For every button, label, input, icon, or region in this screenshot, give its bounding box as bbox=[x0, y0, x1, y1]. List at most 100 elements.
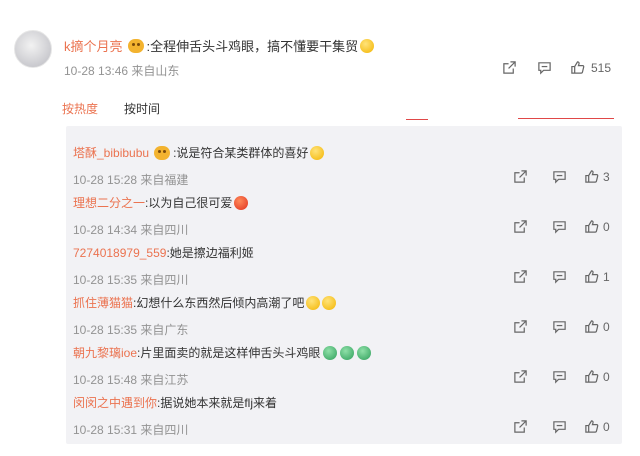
like-icon[interactable] bbox=[584, 169, 599, 184]
comment-text: :全程伸舌头斗鸡眼，搞不懂要干集贸 bbox=[146, 39, 359, 54]
annotation-line bbox=[518, 118, 614, 119]
like-count: 1 bbox=[603, 269, 610, 284]
fan-badge-icon bbox=[154, 145, 171, 160]
reply-location: 来自广东 bbox=[140, 323, 189, 337]
reply-list: 塔酥_bibibubu :说是符合某类群体的喜好 10-28 15:28 来自福建 3… bbox=[66, 126, 622, 444]
comment-icon[interactable] bbox=[552, 419, 567, 434]
reply-meta: 10-28 15:35 来自四川 bbox=[73, 271, 188, 288]
like-count: 0 bbox=[603, 419, 610, 434]
reply-text: :幻想什么东西然后倾内高潮了吧 bbox=[133, 296, 305, 310]
reply-actions: 0 bbox=[513, 319, 611, 334]
top-comment: k摘个月亮 :全程伸舌头斗鸡眼，搞不懂要干集贸 bbox=[64, 36, 375, 55]
comment-icon[interactable] bbox=[552, 319, 567, 334]
reply-location: 来自四川 bbox=[140, 273, 189, 287]
emoji-icon bbox=[234, 195, 249, 210]
reply-content: 7274018979_559:她是擦边福利姬 bbox=[73, 244, 254, 261]
reply-actions: 3 bbox=[513, 169, 611, 184]
comment-icon[interactable] bbox=[537, 60, 552, 75]
reply-item: 塔酥_bibibubu :说是符合某类群体的喜好 10-28 15:28 来自福建 3 bbox=[66, 139, 622, 189]
like-icon[interactable] bbox=[584, 269, 599, 284]
comment-icon[interactable] bbox=[552, 269, 567, 284]
emoji-icon bbox=[322, 295, 337, 310]
reply-username-link[interactable]: 朝九黎璃ioe bbox=[73, 344, 137, 361]
like-count: 0 bbox=[603, 219, 610, 234]
sort-by-hot-tab[interactable]: 按热度 bbox=[62, 100, 98, 117]
reply-meta: 10-28 15:48 来自江苏 bbox=[73, 371, 188, 388]
reply-text: :片里面卖的就是这样伸舌头斗鸡眼 bbox=[137, 346, 321, 360]
avatar[interactable] bbox=[14, 30, 52, 68]
comment-icon[interactable] bbox=[552, 169, 567, 184]
reply-username-link[interactable]: 闵闵之中遇到你 bbox=[73, 394, 157, 411]
reply-username-link[interactable]: 塔酥_bibibubu bbox=[73, 144, 149, 161]
reply-actions: 0 bbox=[513, 419, 611, 434]
comment-actions: 515 bbox=[502, 60, 611, 75]
emoji-icon bbox=[310, 145, 325, 160]
share-icon[interactable] bbox=[513, 269, 528, 284]
reply-content: 理想二分之一:以为自己很可爱 bbox=[73, 194, 249, 211]
reply-time: 10-28 15:28 bbox=[73, 173, 138, 187]
like-count: 3 bbox=[603, 169, 610, 184]
reply-location: 来自四川 bbox=[140, 223, 189, 237]
like-count: 515 bbox=[591, 60, 612, 75]
reply-meta: 10-28 15:31 来自四川 bbox=[73, 421, 188, 438]
reply-meta: 10-28 15:28 来自福建 bbox=[73, 171, 188, 188]
reply-item: 朝九黎璃ioe:片里面卖的就是这样伸舌头斗鸡眼 10-28 15:48 来自江苏 0 bbox=[66, 339, 622, 389]
reply-text: :她是擦边福利姬 bbox=[166, 246, 254, 260]
reply-item: 抓住薄猫猫:幻想什么东西然后倾内高潮了吧 10-28 15:35 来自广东 0 bbox=[66, 289, 622, 339]
share-icon[interactable] bbox=[502, 60, 517, 75]
emoji-icon bbox=[306, 295, 321, 310]
like-count: 0 bbox=[603, 369, 610, 384]
reply-username-link[interactable]: 抓住薄猫猫 bbox=[73, 294, 133, 311]
fan-badge-icon bbox=[127, 38, 144, 53]
reply-item: 闵闵之中遇到你:据说她本来就是flj来着 10-28 15:31 来自四川 0 bbox=[66, 389, 622, 439]
emoji-icon bbox=[360, 38, 375, 53]
reply-username-link[interactable]: 7274018979_559 bbox=[73, 246, 166, 260]
share-icon[interactable] bbox=[513, 319, 528, 334]
reply-item: 理想二分之一:以为自己很可爱 10-28 14:34 来自四川 0 bbox=[66, 189, 622, 239]
reply-time: 10-28 14:34 bbox=[73, 223, 138, 237]
like-icon[interactable] bbox=[570, 60, 585, 75]
emoji-icon bbox=[340, 345, 355, 360]
reply-location: 来自四川 bbox=[140, 423, 189, 437]
share-icon[interactable] bbox=[513, 369, 528, 384]
reply-time: 10-28 15:35 bbox=[73, 323, 138, 337]
emoji-icon bbox=[323, 345, 338, 360]
reply-actions: 0 bbox=[513, 219, 611, 234]
like-count: 0 bbox=[603, 319, 610, 334]
reply-content: 抓住薄猫猫:幻想什么东西然后倾内高潮了吧 bbox=[73, 294, 337, 311]
annotation-arrow bbox=[406, 119, 428, 120]
like-icon[interactable] bbox=[584, 219, 599, 234]
sort-by-time-tab[interactable]: 按时间 bbox=[124, 100, 160, 117]
comment-panel: k摘个月亮 :全程伸舌头斗鸡眼，搞不懂要干集贸 10-28 13:46 来自山东… bbox=[8, 14, 632, 444]
reply-time: 10-28 15:35 bbox=[73, 273, 138, 287]
share-icon[interactable] bbox=[513, 219, 528, 234]
comment-icon[interactable] bbox=[552, 369, 567, 384]
comment-time: 10-28 13:46 bbox=[64, 64, 129, 78]
reply-content: 朝九黎璃ioe:片里面卖的就是这样伸舌头斗鸡眼 bbox=[73, 344, 372, 361]
share-icon[interactable] bbox=[513, 419, 528, 434]
reply-meta: 10-28 14:34 来自四川 bbox=[73, 221, 188, 238]
like-icon[interactable] bbox=[584, 419, 599, 434]
reply-actions: 1 bbox=[513, 269, 611, 284]
emoji-icon bbox=[357, 345, 372, 360]
reply-location: 来自福建 bbox=[140, 173, 189, 187]
reply-meta: 10-28 15:35 来自广东 bbox=[73, 321, 188, 338]
reply-actions: 0 bbox=[513, 369, 611, 384]
like-icon[interactable] bbox=[584, 369, 599, 384]
username-link[interactable]: k摘个月亮 bbox=[64, 36, 123, 55]
reply-location: 来自江苏 bbox=[140, 373, 189, 387]
reply-content: 闵闵之中遇到你:据说她本来就是flj来着 bbox=[73, 394, 277, 411]
comment-location: 来自山东 bbox=[131, 64, 180, 78]
reply-item: 7274018979_559:她是擦边福利姬 10-28 15:35 来自四川 1 bbox=[66, 239, 622, 289]
reply-time: 10-28 15:31 bbox=[73, 423, 138, 437]
reply-text: :据说她本来就是flj来着 bbox=[157, 396, 278, 410]
share-icon[interactable] bbox=[513, 169, 528, 184]
comment-icon[interactable] bbox=[552, 219, 567, 234]
reply-text: :说是符合某类群体的喜好 bbox=[173, 146, 309, 160]
reply-text: :以为自己很可爱 bbox=[145, 196, 233, 210]
like-icon[interactable] bbox=[584, 319, 599, 334]
reply-time: 10-28 15:48 bbox=[73, 373, 138, 387]
reply-username-link[interactable]: 理想二分之一 bbox=[73, 194, 145, 211]
comment-meta: 10-28 13:46 来自山东 bbox=[64, 62, 179, 79]
reply-content: 塔酥_bibibubu :说是符合某类群体的喜好 bbox=[73, 144, 325, 161]
